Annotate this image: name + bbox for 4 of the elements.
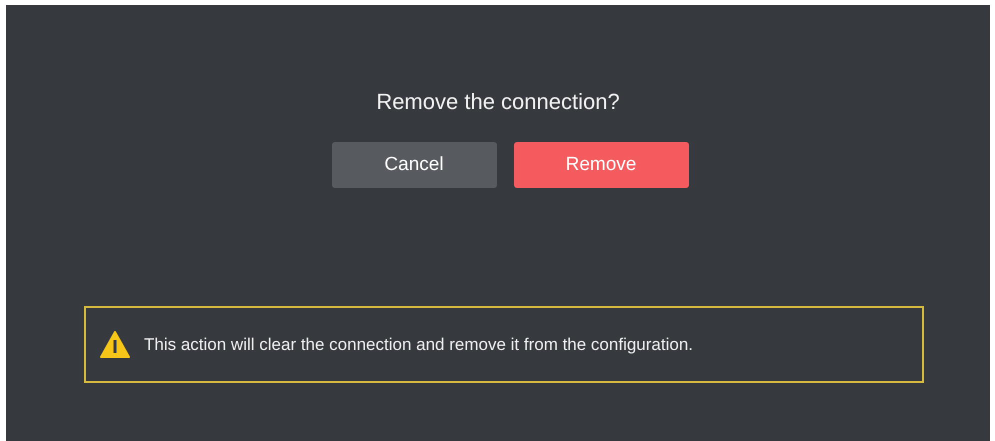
warning-text: This action will clear the connection and remove it from the configuration. — [144, 334, 693, 354]
warning-icon — [100, 331, 130, 358]
cancel-button[interactable]: Cancel — [332, 142, 496, 188]
dialog-title: Remove the connection? — [376, 88, 620, 116]
